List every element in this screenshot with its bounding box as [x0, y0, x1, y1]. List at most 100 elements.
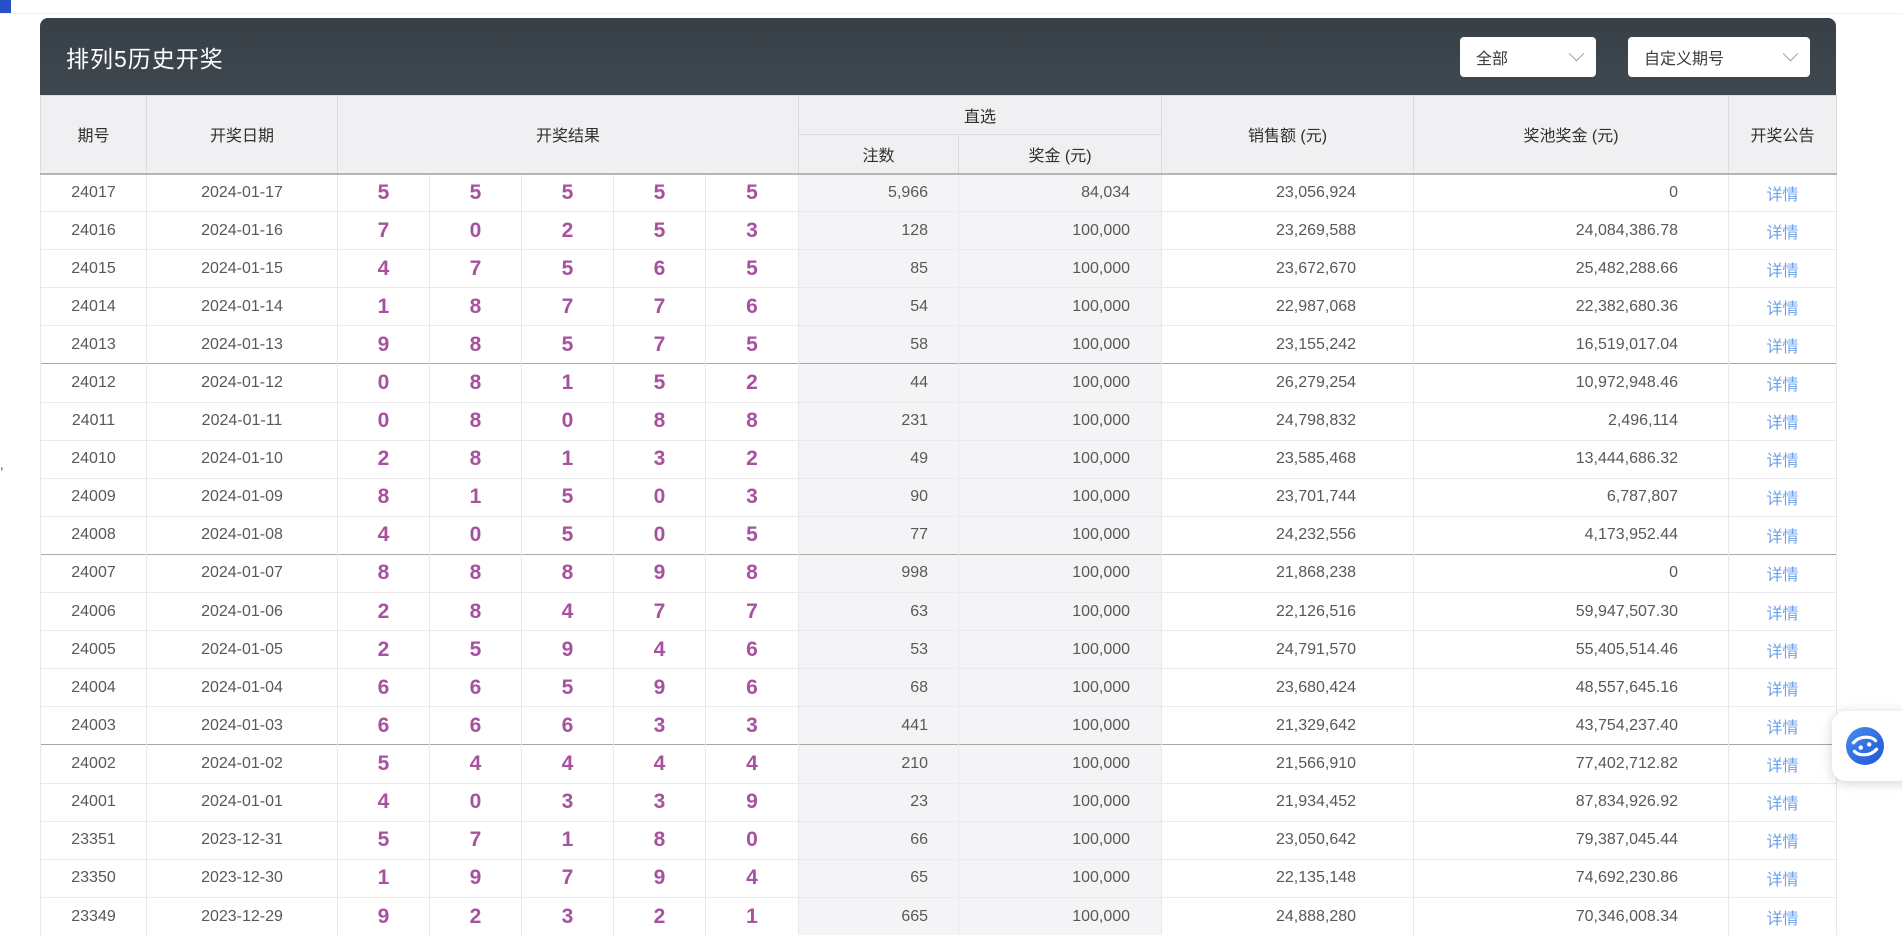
detail-link[interactable]: 详情 [1767, 453, 1799, 470]
result-digit: 5 [614, 174, 706, 212]
announcement-cell: 详情 [1729, 250, 1837, 288]
result-digit: 7 [614, 288, 706, 326]
date-cell: 2023-12-31 [147, 821, 338, 859]
date-cell: 2024-01-13 [147, 326, 338, 364]
result-digit: 0 [522, 402, 614, 440]
bets-cell: 5,966 [799, 174, 959, 212]
jackpot-cell: 43,754,237.40 [1414, 707, 1729, 745]
result-digit: 6 [522, 707, 614, 745]
result-digit: 5 [706, 174, 799, 212]
prize-cell: 100,000 [959, 250, 1162, 288]
result-digit: 1 [706, 897, 799, 935]
result-digit: 1 [338, 288, 430, 326]
sales-cell: 23,056,924 [1162, 174, 1414, 212]
prize-cell: 100,000 [959, 288, 1162, 326]
sales-cell: 22,987,068 [1162, 288, 1414, 326]
result-digit: 7 [614, 593, 706, 631]
col-header-bets: 注数 [799, 135, 959, 174]
assistant-widget[interactable] [1832, 711, 1902, 781]
announcement-cell: 详情 [1729, 631, 1837, 669]
detail-link[interactable]: 详情 [1767, 263, 1799, 280]
detail-link[interactable]: 详情 [1767, 606, 1799, 623]
table-row: 240042024-01-046659668100,00023,680,4244… [41, 669, 1837, 707]
date-cell: 2024-01-02 [147, 745, 338, 783]
issue-cell: 24004 [41, 669, 147, 707]
prize-cell: 100,000 [959, 707, 1162, 745]
date-cell: 2024-01-11 [147, 402, 338, 440]
range-select[interactable]: 全部 [1460, 37, 1596, 77]
bets-cell: 23 [799, 783, 959, 821]
detail-link[interactable]: 详情 [1767, 644, 1799, 661]
result-digit: 5 [522, 516, 614, 554]
result-digit: 1 [430, 478, 522, 516]
col-header-date: 开奖日期 [147, 96, 338, 174]
jackpot-cell: 13,444,686.32 [1414, 440, 1729, 478]
detail-link[interactable]: 详情 [1767, 872, 1799, 889]
bets-cell: 54 [799, 288, 959, 326]
result-digit: 6 [430, 669, 522, 707]
detail-link[interactable]: 详情 [1767, 529, 1799, 546]
prize-cell: 100,000 [959, 402, 1162, 440]
result-digit: 2 [338, 440, 430, 478]
detail-link[interactable]: 详情 [1767, 834, 1799, 851]
date-cell: 2024-01-04 [147, 669, 338, 707]
history-panel: 排列5历史开奖 全部 自定义期号 期号 开奖日期 开奖结果 直选 销售额 ( [40, 18, 1836, 935]
bets-cell: 63 [799, 593, 959, 631]
issue-cell: 24013 [41, 326, 147, 364]
announcement-cell: 详情 [1729, 859, 1837, 897]
issue-cell: 23350 [41, 859, 147, 897]
prize-cell: 100,000 [959, 554, 1162, 592]
detail-link[interactable]: 详情 [1767, 682, 1799, 699]
table-row: 240172024-01-17555555,96684,03423,056,92… [41, 174, 1837, 212]
result-digit: 0 [614, 478, 706, 516]
date-cell: 2024-01-10 [147, 440, 338, 478]
announcement-cell: 详情 [1729, 821, 1837, 859]
table-row: 233502023-12-301979465100,00022,135,1487… [41, 859, 1837, 897]
detail-link[interactable]: 详情 [1767, 796, 1799, 813]
detail-link[interactable]: 详情 [1767, 225, 1799, 242]
detail-link[interactable]: 详情 [1767, 491, 1799, 508]
result-digit: 9 [706, 783, 799, 821]
detail-link[interactable]: 详情 [1767, 377, 1799, 394]
jackpot-cell: 74,692,230.86 [1414, 859, 1729, 897]
result-digit: 2 [706, 440, 799, 478]
table-row: 240062024-01-062847763100,00022,126,5165… [41, 593, 1837, 631]
result-digit: 0 [338, 364, 430, 402]
result-digit: 0 [430, 516, 522, 554]
result-digit: 6 [338, 707, 430, 745]
result-digit: 1 [522, 440, 614, 478]
prize-cell: 100,000 [959, 364, 1162, 402]
detail-link[interactable]: 详情 [1767, 758, 1799, 775]
table-row: 233492023-12-2992321665100,00024,888,280… [41, 897, 1837, 935]
issue-cell: 24015 [41, 250, 147, 288]
announcement-cell: 详情 [1729, 897, 1837, 935]
result-digit: 8 [430, 402, 522, 440]
result-digit: 4 [706, 859, 799, 897]
sales-cell: 22,126,516 [1162, 593, 1414, 631]
announcement-cell: 详情 [1729, 288, 1837, 326]
detail-link[interactable]: 详情 [1767, 720, 1799, 737]
sales-cell: 24,791,570 [1162, 631, 1414, 669]
detail-link[interactable]: 详情 [1767, 567, 1799, 584]
result-digit: 5 [522, 669, 614, 707]
result-digit: 3 [614, 440, 706, 478]
result-digit: 8 [430, 288, 522, 326]
detail-link[interactable]: 详情 [1767, 301, 1799, 318]
custom-issue-select[interactable]: 自定义期号 [1628, 37, 1810, 77]
result-digit: 4 [614, 745, 706, 783]
announcement-cell: 详情 [1729, 554, 1837, 592]
table-row: 240082024-01-084050577100,00024,232,5564… [41, 516, 1837, 554]
jackpot-cell: 87,834,926.92 [1414, 783, 1729, 821]
issue-cell: 24007 [41, 554, 147, 592]
bets-cell: 66 [799, 821, 959, 859]
detail-link[interactable]: 详情 [1767, 911, 1799, 928]
panel-header: 排列5历史开奖 全部 自定义期号 [40, 18, 1836, 95]
announcement-cell: 详情 [1729, 440, 1837, 478]
result-digit: 5 [706, 250, 799, 288]
detail-link[interactable]: 详情 [1767, 187, 1799, 204]
result-digit: 4 [522, 593, 614, 631]
table-row: 240012024-01-014033923100,00021,934,4528… [41, 783, 1837, 821]
sales-cell: 24,798,832 [1162, 402, 1414, 440]
detail-link[interactable]: 详情 [1767, 339, 1799, 356]
detail-link[interactable]: 详情 [1767, 415, 1799, 432]
